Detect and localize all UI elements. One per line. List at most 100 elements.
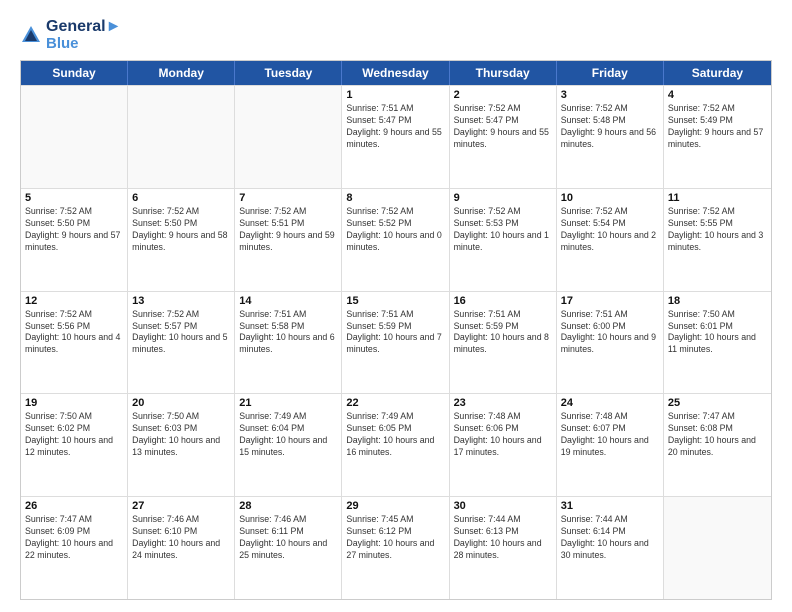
calendar-cell: 17 Sunrise: 7:51 AM Sunset: 6:00 PM Dayli… <box>557 292 664 394</box>
calendar-cell: 22Sunrise: 7:49 AM Sunset: 6:05 PM Dayli… <box>342 394 449 496</box>
calendar-cell: 15 Sunrise: 7:51 AM Sunset: 5:59 PM Dayli… <box>342 292 449 394</box>
day-number: 22 <box>346 397 444 409</box>
day-info: Sunrise: 7:52 AM Sunset: 5:53 PM Dayligh… <box>454 206 552 254</box>
day-info: Sunrise: 7:44 AM Sunset: 6:14 PM Dayligh… <box>561 514 659 562</box>
day-info: Sunrise: 7:51 AM Sunset: 5:58 PM Dayligh… <box>239 309 337 357</box>
day-number: 1 <box>346 89 444 101</box>
logo-text: General► Blue <box>46 18 121 52</box>
day-number: 6 <box>132 192 230 204</box>
day-number: 15 <box>346 295 444 307</box>
calendar-cell: 16 Sunrise: 7:51 AM Sunset: 5:59 PM Dayli… <box>450 292 557 394</box>
day-info: Sunrise: 7:51 AM Sunset: 6:00 PM Dayligh… <box>561 309 659 357</box>
calendar-cell: 20Sunrise: 7:50 AM Sunset: 6:03 PM Dayli… <box>128 394 235 496</box>
day-info: Sunrise: 7:52 AM Sunset: 5:48 PM Dayligh… <box>561 103 659 151</box>
header: General► Blue <box>20 18 772 52</box>
calendar-row: 19 Sunrise: 7:50 AM Sunset: 6:02 PM Dayli… <box>21 393 771 496</box>
day-info: Sunrise: 7:51 AM Sunset: 5:59 PM Dayligh… <box>454 309 552 357</box>
day-number: 30 <box>454 500 552 512</box>
calendar-cell: 3 Sunrise: 7:52 AM Sunset: 5:48 PM Daylig… <box>557 86 664 188</box>
day-number: 31 <box>561 500 659 512</box>
calendar-cell: 26Sunrise: 7:47 AM Sunset: 6:09 PM Dayli… <box>21 497 128 599</box>
calendar-row: 26Sunrise: 7:47 AM Sunset: 6:09 PM Dayli… <box>21 496 771 599</box>
calendar-cell <box>21 86 128 188</box>
calendar-cell: 19 Sunrise: 7:50 AM Sunset: 6:02 PM Dayli… <box>21 394 128 496</box>
calendar-header-row: SundayMondayTuesdayWednesdayThursdayFrid… <box>21 61 771 85</box>
calendar-cell <box>128 86 235 188</box>
weekday-header: Thursday <box>450 61 557 85</box>
day-info: Sunrise: 7:52 AM Sunset: 5:52 PM Dayligh… <box>346 206 444 254</box>
calendar-row: 12 Sunrise: 7:52 AM Sunset: 5:56 PM Dayli… <box>21 291 771 394</box>
weekday-header: Monday <box>128 61 235 85</box>
calendar-row: 5 Sunrise: 7:52 AM Sunset: 5:50 PM Daylig… <box>21 188 771 291</box>
calendar-cell: 21 Sunrise: 7:49 AM Sunset: 6:04 PM Dayli… <box>235 394 342 496</box>
day-number: 14 <box>239 295 337 307</box>
day-info: Sunrise: 7:45 AM Sunset: 6:12 PM Dayligh… <box>346 514 444 562</box>
calendar-cell: 12 Sunrise: 7:52 AM Sunset: 5:56 PM Dayli… <box>21 292 128 394</box>
day-number: 18 <box>668 295 767 307</box>
day-info: Sunrise: 7:52 AM Sunset: 5:55 PM Dayligh… <box>668 206 767 254</box>
calendar-cell: 1 Sunrise: 7:51 AM Sunset: 5:47 PM Daylig… <box>342 86 449 188</box>
calendar-cell: 28 Sunrise: 7:46 AM Sunset: 6:11 PM Dayli… <box>235 497 342 599</box>
day-info: Sunrise: 7:52 AM Sunset: 5:54 PM Dayligh… <box>561 206 659 254</box>
calendar-cell: 18Sunrise: 7:50 AM Sunset: 6:01 PM Dayli… <box>664 292 771 394</box>
day-number: 21 <box>239 397 337 409</box>
weekday-header: Saturday <box>664 61 771 85</box>
day-number: 3 <box>561 89 659 101</box>
day-number: 12 <box>25 295 123 307</box>
day-info: Sunrise: 7:48 AM Sunset: 6:06 PM Dayligh… <box>454 411 552 459</box>
calendar-cell: 31 Sunrise: 7:44 AM Sunset: 6:14 PM Dayli… <box>557 497 664 599</box>
weekday-header: Sunday <box>21 61 128 85</box>
day-number: 2 <box>454 89 552 101</box>
calendar-cell: 23 Sunrise: 7:48 AM Sunset: 6:06 PM Dayli… <box>450 394 557 496</box>
day-info: Sunrise: 7:47 AM Sunset: 6:09 PM Dayligh… <box>25 514 123 562</box>
day-info: Sunrise: 7:50 AM Sunset: 6:03 PM Dayligh… <box>132 411 230 459</box>
day-number: 25 <box>668 397 767 409</box>
day-number: 23 <box>454 397 552 409</box>
day-info: Sunrise: 7:51 AM Sunset: 5:59 PM Dayligh… <box>346 309 444 357</box>
day-info: Sunrise: 7:46 AM Sunset: 6:10 PM Dayligh… <box>132 514 230 562</box>
day-info: Sunrise: 7:52 AM Sunset: 5:56 PM Dayligh… <box>25 309 123 357</box>
day-number: 10 <box>561 192 659 204</box>
calendar-cell: 13Sunrise: 7:52 AM Sunset: 5:57 PM Dayli… <box>128 292 235 394</box>
day-info: Sunrise: 7:51 AM Sunset: 5:47 PM Dayligh… <box>346 103 444 151</box>
day-number: 19 <box>25 397 123 409</box>
calendar-cell: 2Sunrise: 7:52 AM Sunset: 5:47 PM Daylig… <box>450 86 557 188</box>
day-number: 7 <box>239 192 337 204</box>
calendar-cell: 25 Sunrise: 7:47 AM Sunset: 6:08 PM Dayli… <box>664 394 771 496</box>
day-number: 29 <box>346 500 444 512</box>
calendar-cell: 4Sunrise: 7:52 AM Sunset: 5:49 PM Daylig… <box>664 86 771 188</box>
day-number: 28 <box>239 500 337 512</box>
logo: General► Blue <box>20 18 121 52</box>
day-number: 17 <box>561 295 659 307</box>
day-number: 4 <box>668 89 767 101</box>
calendar-cell: 5 Sunrise: 7:52 AM Sunset: 5:50 PM Daylig… <box>21 189 128 291</box>
weekday-header: Wednesday <box>342 61 449 85</box>
day-number: 24 <box>561 397 659 409</box>
day-info: Sunrise: 7:46 AM Sunset: 6:11 PM Dayligh… <box>239 514 337 562</box>
day-number: 16 <box>454 295 552 307</box>
calendar-cell <box>664 497 771 599</box>
calendar-cell: 27 Sunrise: 7:46 AM Sunset: 6:10 PM Dayli… <box>128 497 235 599</box>
calendar-page: General► Blue SundayMondayTuesdayWednesd… <box>0 0 792 612</box>
day-info: Sunrise: 7:49 AM Sunset: 6:04 PM Dayligh… <box>239 411 337 459</box>
calendar-cell: 29 Sunrise: 7:45 AM Sunset: 6:12 PM Dayli… <box>342 497 449 599</box>
day-number: 5 <box>25 192 123 204</box>
day-info: Sunrise: 7:50 AM Sunset: 6:02 PM Dayligh… <box>25 411 123 459</box>
calendar-cell: 11 Sunrise: 7:52 AM Sunset: 5:55 PM Dayli… <box>664 189 771 291</box>
logo-icon <box>20 24 42 46</box>
calendar-body: 1 Sunrise: 7:51 AM Sunset: 5:47 PM Daylig… <box>21 85 771 599</box>
day-number: 9 <box>454 192 552 204</box>
calendar-row: 1 Sunrise: 7:51 AM Sunset: 5:47 PM Daylig… <box>21 85 771 188</box>
day-info: Sunrise: 7:52 AM Sunset: 5:50 PM Dayligh… <box>25 206 123 254</box>
calendar-cell: 9 Sunrise: 7:52 AM Sunset: 5:53 PM Daylig… <box>450 189 557 291</box>
day-info: Sunrise: 7:52 AM Sunset: 5:50 PM Dayligh… <box>132 206 230 254</box>
calendar-cell: 30 Sunrise: 7:44 AM Sunset: 6:13 PM Dayli… <box>450 497 557 599</box>
day-info: Sunrise: 7:47 AM Sunset: 6:08 PM Dayligh… <box>668 411 767 459</box>
weekday-header: Tuesday <box>235 61 342 85</box>
calendar-cell: 10 Sunrise: 7:52 AM Sunset: 5:54 PM Dayli… <box>557 189 664 291</box>
calendar-cell: 24Sunrise: 7:48 AM Sunset: 6:07 PM Dayli… <box>557 394 664 496</box>
day-info: Sunrise: 7:52 AM Sunset: 5:51 PM Dayligh… <box>239 206 337 254</box>
day-number: 11 <box>668 192 767 204</box>
day-number: 27 <box>132 500 230 512</box>
day-info: Sunrise: 7:44 AM Sunset: 6:13 PM Dayligh… <box>454 514 552 562</box>
